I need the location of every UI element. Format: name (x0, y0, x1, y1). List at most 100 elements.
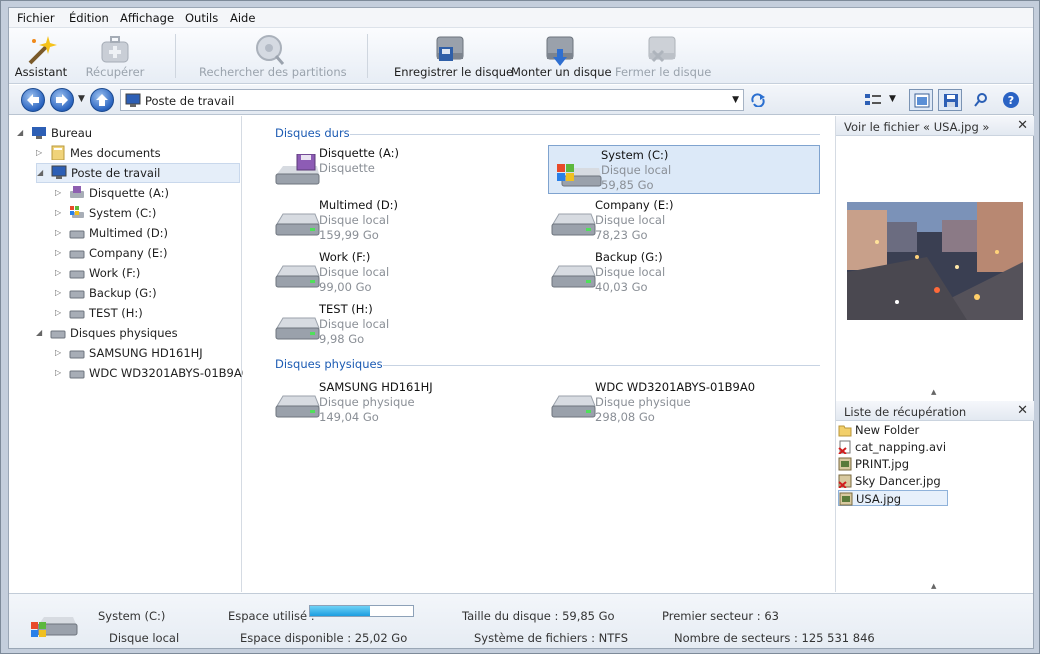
collapsed-arrow-icon[interactable]: ▷ (55, 308, 61, 317)
menu-edition[interactable]: Édition (69, 11, 109, 25)
recuperer-button[interactable]: Récupérer (81, 30, 149, 82)
address-bar[interactable]: Poste de travail ▼ (120, 89, 744, 111)
enregistrer-disque-button[interactable]: Enregistrer le disque (394, 30, 513, 82)
back-arrow-icon (27, 94, 39, 106)
refresh-icon[interactable] (750, 93, 766, 107)
tree-item-drive[interactable]: ▷ Work (F:) (55, 264, 235, 282)
collapsed-arrow-icon[interactable]: ▷ (55, 268, 61, 277)
up-arrow-icon (96, 94, 108, 106)
drive-item[interactable]: Backup (G:) Disque local 40,03 Go (543, 248, 815, 298)
group-header-disques-durs: Disques durs (275, 126, 350, 140)
preview-pane-icon (914, 93, 930, 108)
tree-item-physical-disk[interactable]: ▷ SAMSUNG HD161HJ (55, 344, 240, 362)
folder-tree: ◢ Bureau ▷ Mes documents ◢ Poste de trav… (9, 116, 249, 592)
expanded-arrow-icon[interactable]: ◢ (37, 168, 43, 177)
drive-item[interactable]: Multimed (D:) Disque local 159,99 Go (267, 196, 539, 246)
collapsed-arrow-icon[interactable]: ▷ (55, 248, 61, 257)
tree-item-drive[interactable]: ▷ System (C:) (55, 204, 235, 222)
menu-affichage[interactable]: Affichage (120, 11, 174, 25)
floppy-drive-icon (70, 186, 84, 198)
view-mode-dropdown-icon[interactable]: ▼ (889, 94, 896, 104)
hard-drive-icon (69, 310, 85, 319)
up-button[interactable] (90, 88, 114, 112)
recovery-item-selected[interactable]: USA.jpg (838, 490, 948, 506)
tree-item-drive[interactable]: ▷ TEST (H:) (55, 304, 235, 322)
menu-outils[interactable]: Outils (185, 11, 218, 25)
hard-drive-icon (69, 270, 85, 279)
forward-button[interactable] (50, 88, 74, 112)
jpg-file-icon (839, 492, 853, 506)
collapsed-arrow-icon[interactable]: ▷ (55, 368, 61, 377)
menu-fichier[interactable]: Fichier (17, 11, 55, 25)
system-drive-icon (31, 617, 78, 637)
close-preview-icon[interactable]: ✕ (1017, 118, 1028, 133)
tree-item-bureau[interactable]: ◢ Bureau (17, 124, 217, 142)
menu-aide[interactable]: Aide (230, 11, 255, 25)
tree-item-disques-physiques[interactable]: ◢ Disques physiques (36, 324, 236, 342)
save-disk-icon (436, 36, 464, 61)
drive-list-view: Disques durs Disquette (A:) Disquette Sy… (243, 116, 834, 592)
panel-splitter-icon[interactable]: ▲ (931, 582, 936, 590)
tree-item-drive[interactable]: ▷ Disquette (A:) (55, 184, 235, 202)
tree-item-physical-disk[interactable]: ▷ WDC WD3201ABYS-01B9A0 (55, 364, 249, 382)
drive-item[interactable]: Company (E:) Disque local 78,23 Go (543, 196, 815, 246)
drive-item[interactable]: Disquette (A:) Disquette (267, 144, 539, 194)
status-free-space: Espace disponible : 25,02 Go (240, 631, 408, 645)
preview-panel-header: Voir le fichier « USA.jpg » ✕ (836, 116, 1034, 136)
expanded-arrow-icon[interactable]: ◢ (17, 128, 23, 137)
magic-wand-icon (28, 36, 57, 65)
application-window: Fichier Édition Affichage Outils Aide As… (0, 0, 1040, 654)
floppy-icon (944, 94, 958, 107)
tree-item-drive[interactable]: ▷ Multimed (D:) (55, 224, 235, 242)
forward-arrow-icon (56, 94, 68, 106)
hard-drive-icon (69, 350, 85, 359)
status-filesystem: Système de fichiers : NTFS (474, 631, 629, 645)
assistant-button[interactable]: Assistant (11, 30, 71, 82)
physical-disk-item[interactable]: SAMSUNG HD161HJ Disque physique 149,04 G… (267, 378, 539, 428)
search-icon[interactable] (973, 92, 989, 108)
fermer-disque-button[interactable]: Fermer le disque (615, 30, 711, 82)
drive-item[interactable]: Work (F:) Disque local 99,00 Go (267, 248, 539, 298)
panel-splitter-icon[interactable]: ▲ (931, 388, 936, 396)
monter-disque-button[interactable]: Monter un disque (511, 30, 612, 82)
physical-disk-item[interactable]: WDC WD3201ABYS-01B9A0 Disque physique 29… (543, 378, 815, 428)
help-icon[interactable]: ? (1002, 91, 1020, 109)
rechercher-partitions-button[interactable]: Rechercher des partitions (199, 30, 347, 82)
hard-drive-icon (275, 317, 320, 340)
physical-disk-icon (50, 330, 66, 339)
collapsed-arrow-icon[interactable]: ▷ (36, 148, 42, 157)
close-recovery-list-icon[interactable]: ✕ (1017, 403, 1028, 418)
collapsed-arrow-icon[interactable]: ▷ (55, 228, 61, 237)
tree-item-poste-de-travail[interactable]: ◢ Poste de travail (36, 163, 240, 183)
collapsed-arrow-icon[interactable]: ▷ (55, 288, 61, 297)
used-space-fill (310, 606, 370, 616)
search-partitions-icon (256, 35, 285, 65)
tree-item-drive[interactable]: ▷ Backup (G:) (55, 284, 235, 302)
close-disk-icon (648, 36, 676, 63)
expanded-arrow-icon[interactable]: ◢ (36, 328, 42, 337)
hard-drive-icon (69, 290, 85, 299)
preview-pane-toggle[interactable] (909, 89, 933, 111)
svg-text:?: ? (1008, 94, 1014, 107)
collapsed-arrow-icon[interactable]: ▷ (55, 348, 61, 357)
status-sector-count: Nombre de secteurs : 125 531 846 (674, 631, 875, 645)
address-dropdown-icon[interactable]: ▼ (732, 95, 739, 105)
toolbar: Assistant Récupérer Rechercher des parti… (9, 28, 1033, 84)
status-drive-type: Disque local (109, 631, 180, 645)
deleted-video-file-icon (838, 440, 851, 454)
back-button[interactable] (21, 88, 45, 112)
hard-drive-icon (69, 250, 85, 259)
drive-item[interactable]: TEST (H:) Disque local 9,98 Go (267, 300, 539, 350)
tree-item-drive[interactable]: ▷ Company (E:) (55, 244, 235, 262)
hard-drive-icon (69, 370, 85, 379)
hard-drive-icon (551, 395, 596, 418)
history-dropdown-icon[interactable]: ▼ (78, 94, 85, 104)
collapsed-arrow-icon[interactable]: ▷ (55, 188, 61, 197)
tree-item-mes-documents[interactable]: ▷ Mes documents (36, 144, 236, 162)
recovery-pane-toggle[interactable] (938, 89, 962, 111)
window-client-area: Fichier Édition Affichage Outils Aide As… (8, 7, 1034, 649)
collapsed-arrow-icon[interactable]: ▷ (55, 208, 61, 217)
view-mode-icon[interactable] (864, 93, 882, 107)
preview-image (847, 202, 1023, 320)
drive-item-selected[interactable]: System (C:) Disque local 59,85 Go (548, 145, 820, 194)
